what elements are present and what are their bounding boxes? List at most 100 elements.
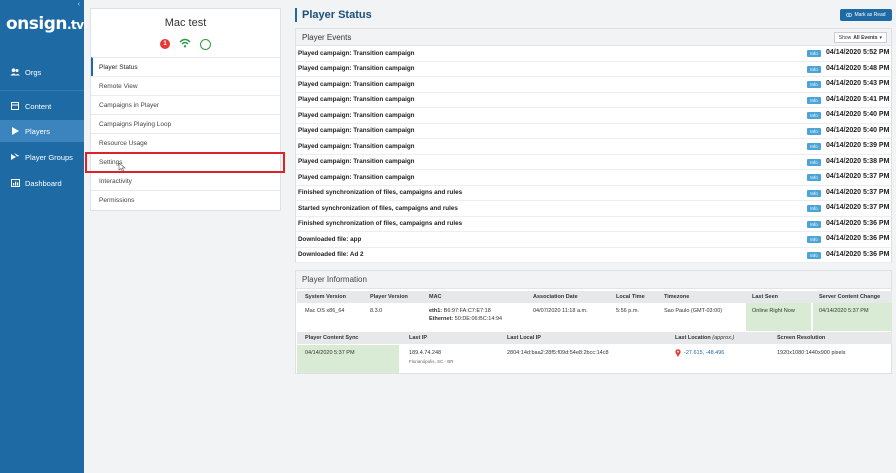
header-server-content-change: Server Content Change [819, 294, 881, 300]
nav-content-label: Content [25, 101, 52, 111]
event-text: Played campaign: Transition campaign [298, 111, 415, 119]
event-row: Started synchronization of files, campai… [296, 201, 891, 217]
event-text: Played campaign: Transition campaign [298, 80, 415, 88]
event-row: Played campaign: Transition campaign Info… [296, 170, 891, 186]
event-date: 04/14/2020 5:36 PM [826, 235, 890, 242]
last-local-ip-value: 2804:14d:baa2:28f5:f09d:54e8:2bcc:14c8 [507, 350, 609, 356]
last-ip-location: Florianópolis, SC - BR [409, 359, 454, 364]
content-icon [10, 102, 20, 110]
header-local-time: Local Time [616, 294, 645, 300]
eye-icon [846, 13, 853, 17]
event-date: 04/14/2020 5:43 PM [826, 80, 890, 87]
mac-ethernet: Ethernet: 50:DE:06:BC:14:94 [429, 316, 503, 322]
event-filter-value: All Events [853, 34, 878, 41]
event-info-tag: Info [807, 189, 821, 197]
player-menu-item-remote-view[interactable]: Remote View [91, 76, 280, 95]
alert-count-badge[interactable]: 1 [160, 39, 170, 49]
player-information-card: Player Information System Version Player… [295, 270, 892, 374]
screen-resolution-value: 1920x1080:1440x900 pixels [777, 350, 846, 356]
nav-dashboard[interactable]: Dashboard [0, 172, 84, 194]
player-menu-item-interactivity[interactable]: Interactivity [91, 171, 280, 190]
event-text: Played campaign: Transition campaign [298, 49, 415, 57]
event-text: Played campaign: Transition campaign [298, 158, 415, 166]
nav-dashboard-label: Dashboard [25, 178, 62, 188]
settings-highlight-box [85, 152, 285, 173]
header-last-ip: Last IP [409, 335, 428, 341]
event-text: Played campaign: Transition campaign [298, 173, 415, 181]
event-text: Downloaded file: Ad 2 [298, 251, 364, 259]
event-text: Played campaign: Transition campaign [298, 142, 415, 150]
users-icon [10, 68, 20, 76]
event-date: 04/14/2020 5:48 PM [826, 64, 890, 72]
player-version-value: 8.3.0 [370, 308, 383, 314]
event-info-tag: Info [807, 251, 821, 259]
page-title: Player Status [295, 8, 372, 22]
header-timezone: Timezone [664, 294, 690, 300]
player-menu-item-status[interactable]: Player Status [91, 57, 280, 76]
header-content-sync: Player Content Sync [305, 335, 359, 341]
sidebar: ‹ onsign.tv Orgs Content Players Player … [0, 0, 84, 473]
event-filter-dropdown[interactable]: Show All Events ▾ [833, 32, 887, 43]
event-text: Played campaign: Transition campaign [298, 127, 415, 135]
wifi-icon [179, 38, 191, 50]
event-text: Played campaign: Transition campaign [298, 96, 415, 104]
last-location-link[interactable]: -27.615, -48.496 [684, 350, 724, 356]
event-row: Played campaign: Transition campaign Info… [296, 77, 891, 93]
last-ip-value: 189.4.74.248 [409, 350, 442, 356]
nav-orgs-label: Orgs [25, 67, 42, 77]
event-filter-prefix: Show [838, 34, 852, 41]
event-date: 04/14/2020 5:52 PM [826, 49, 890, 56]
event-date: 04/14/2020 5:40 PM [826, 126, 890, 134]
event-row: Played campaign: Transition campaign Info… [296, 139, 891, 155]
nav-orgs[interactable]: Orgs [0, 61, 84, 83]
mark-as-read-button[interactable]: Mark as Read [840, 9, 892, 21]
player-events-title: Player Events [302, 32, 352, 42]
header-last-seen: Last Seen [752, 294, 778, 300]
event-row: Played campaign: Transition campaign Info… [296, 155, 891, 170]
association-date-value: 04/07/2020 11:18 a.m. [533, 308, 588, 314]
event-row: Downloaded file: app Info 04/14/2020 5:36 … [296, 232, 891, 248]
logo[interactable]: onsign.tv [6, 14, 84, 34]
event-info-tag: Info [807, 236, 821, 243]
event-date: 04/14/2020 5:37 PM [826, 204, 890, 211]
nav-player-groups[interactable]: Player Groups [0, 146, 84, 168]
player-menu-item-playing-loop[interactable]: Campaigns Playing Loop [91, 114, 280, 133]
nav-content[interactable]: Content [0, 95, 84, 117]
header-system-version: System Version [305, 294, 346, 300]
player-events-card: Player Events Show All Events ▾ Played c… [295, 28, 892, 263]
online-status-icon [200, 38, 211, 50]
event-date: 04/14/2020 5:41 PM [826, 95, 890, 103]
player-menu: Player Status Remote View Campaigns in P… [91, 57, 280, 209]
event-list: Played campaign: Transition campaign Info… [296, 46, 891, 263]
nav-player-groups-label: Player Groups [25, 152, 73, 162]
timezone-value: Sao Paulo (GMT-03:00) [664, 308, 723, 314]
event-row: Played campaign: Transition campaign Info… [296, 108, 891, 124]
header-screen-resolution: Screen Resolution [777, 335, 826, 341]
event-row: Played campaign: Transition campaign Info… [296, 46, 891, 62]
event-info-tag: Info [807, 112, 821, 119]
content-sync-value: 04/14/2020 5:37 PM [305, 350, 355, 356]
event-text: Downloaded file: app [298, 235, 362, 243]
header-mac: MAC [429, 294, 442, 300]
event-date: 04/14/2020 5:39 PM [826, 142, 890, 149]
collapse-sidebar-icon[interactable]: ‹ [78, 1, 80, 8]
event-info-tag: Info [807, 127, 821, 135]
event-text: Started synchronization of files, campai… [298, 204, 458, 212]
event-row: Downloaded file: Ad 2 Info 04/14/2020 5:36… [296, 248, 891, 263]
event-row: Finished synchronization of files, campa… [296, 186, 891, 201]
mac-eth1: eth1: B6:97:FA:C7:E7:18 [429, 308, 491, 314]
event-info-tag: Info [807, 96, 821, 104]
player-name: Mac test [164, 17, 207, 29]
event-row: Played campaign: Transition campaign Info… [296, 124, 891, 139]
player-menu-item-permissions[interactable]: Permissions [91, 190, 280, 209]
dashboard-icon [10, 179, 20, 187]
nav-players[interactable]: Players [0, 120, 84, 142]
player-menu-item-resource-usage[interactable]: Resource Usage [91, 133, 280, 152]
server-content-change-value: 04/14/2020 5:37 PM [819, 308, 869, 314]
player-menu-item-campaigns[interactable]: Campaigns in Player [91, 95, 280, 114]
caret-down-icon: ▾ [879, 34, 882, 41]
player-status-icons: 1 [91, 38, 280, 50]
system-version-value: Mac OS x86_64 [305, 308, 345, 314]
event-date: 04/14/2020 5:36 PM [826, 219, 890, 227]
event-info-tag: Info [807, 158, 821, 166]
